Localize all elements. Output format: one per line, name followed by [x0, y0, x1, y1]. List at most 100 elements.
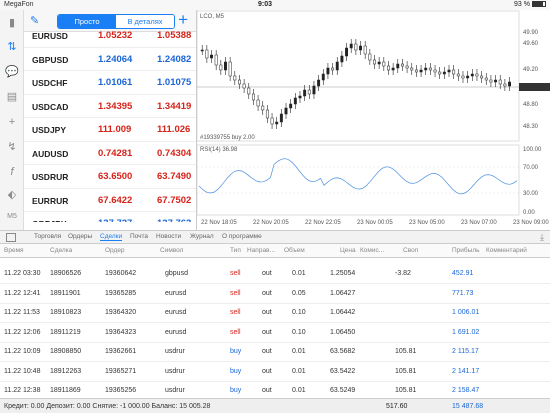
objects-icon[interactable]: ⬖ [5, 188, 19, 202]
candle-body [345, 47, 349, 57]
candle-body [424, 67, 428, 71]
tab-item[interactable]: Журнал [190, 233, 214, 240]
toolbox-tabs: ⤓ Торговля Ордеры Сделки Почта Новости Журнал… [0, 230, 550, 244]
column-header[interactable]: Прибыль [452, 247, 480, 254]
column-header[interactable]: Своп [403, 247, 418, 254]
deal-row[interactable]: 11.22 12:41 18911901 19365285 eurusd sell out… [0, 284, 550, 304]
quote-ask: 67.7502 [157, 194, 192, 206]
grid-icon[interactable] [6, 233, 16, 242]
deal-row[interactable]: 11.22 03:30 18906526 19360642 gbpusd sell out… [0, 264, 550, 284]
column-header[interactable]: Символ [160, 247, 183, 254]
function-icon[interactable]: f [5, 165, 19, 179]
rsi-panel [196, 144, 520, 216]
column-header[interactable]: Комментарий [486, 247, 527, 254]
indicator-icon[interactable]: ↯ [5, 140, 19, 154]
deal-row[interactable]: 11.22 12:06 18911219 19364323 eurusd sell out… [0, 323, 550, 343]
tab-item[interactable]: О программе [222, 233, 262, 240]
chart-canvas[interactable]: LCO, M5 #19339755 buy 2.00 RSI(14) 36.98 49… [196, 10, 550, 230]
deal-cell-price: 63.5249 [330, 387, 356, 394]
timeframe-icon[interactable]: M5 [5, 210, 19, 224]
quote-row[interactable]: USDJPY 111.009 111.026 [24, 118, 196, 142]
quote-row[interactable]: AUDUSD 0.74281 0.74304 [24, 142, 196, 165]
rsi-label: RSI(14) 36.98 [200, 147, 238, 153]
order-label: #19339755 buy 2.00 [200, 135, 255, 141]
column-header[interactable]: Цена [340, 247, 356, 254]
deal-row[interactable]: 11.22 12:38 18911869 19365256 usdrur buy out 0… [0, 381, 550, 396]
deal-row[interactable]: 11.22 10:09 18908850 19362661 usdrur buy out 0… [0, 342, 550, 362]
candle-body [261, 105, 265, 111]
deal-cell-order: 19364320 [105, 309, 137, 316]
candles-icon[interactable]: ▮ [5, 16, 19, 30]
candle-body [368, 53, 372, 61]
quote-row[interactable]: EURUSD 1.05232 1.05388 [24, 24, 196, 48]
candle-body [270, 117, 274, 125]
quote-ask: 0.74304 [157, 147, 192, 159]
quote-ask: 1.05388 [157, 30, 192, 41]
quotes-list: EURUSD 1.05232 1.05388 GBPUSD 1.24064 1.24082… [24, 24, 196, 222]
column-header[interactable]: Сделка [50, 247, 72, 254]
column-header[interactable]: Время [4, 247, 24, 254]
swap-total: 517.60 [386, 403, 408, 410]
column-header[interactable]: Объем [284, 247, 305, 254]
document-icon[interactable]: ▤ [5, 90, 19, 104]
rsi-tick-label: 100.00 [523, 147, 542, 153]
tab-item[interactable]: Ордеры [68, 233, 92, 240]
deal-cell-profit: 2 141.17 [452, 367, 480, 375]
quote-bid: 63.6500 [98, 171, 133, 182]
deal-cell-time: 11.22 12:06 [4, 328, 41, 336]
candle-body [312, 85, 316, 95]
deal-cell-type: buy [230, 387, 242, 394]
candle-body [456, 73, 460, 77]
deal-row[interactable]: 11.22 10:48 18912263 19365271 usdrur buy out 0… [0, 362, 550, 382]
candle-body [438, 71, 442, 75]
candle-body [326, 67, 330, 75]
deal-cell-symbol: usdrur [165, 348, 185, 355]
quote-bid: 137.727 [98, 218, 132, 222]
candle-body [284, 107, 288, 115]
deal-cell-order: 19365271 [105, 367, 137, 375]
quote-row[interactable]: GBPUSD 1.24064 1.24082 [24, 48, 196, 71]
deal-cell-symbol: usdrur [165, 367, 185, 375]
quote-symbol: USDRUR [32, 172, 69, 182]
crosshair-icon[interactable]: + [5, 115, 19, 129]
deal-cell-swap: 105.81 [395, 348, 417, 355]
quote-bid: 1.01061 [98, 77, 133, 88]
chat-icon[interactable]: 💬 [5, 65, 19, 79]
candle-body [428, 67, 432, 71]
candle-body [279, 113, 283, 123]
price-chart[interactable]: LCO, M5 #19339755 buy 2.00 RSI(14) 36.98 49… [196, 10, 550, 230]
column-header[interactable]: Ордер [105, 247, 125, 254]
quote-row[interactable]: GBPJPY 137.727 137.763 [24, 212, 196, 222]
trade-arrows-icon[interactable]: ⇅ [5, 40, 19, 54]
quote-row[interactable]: USDRUR 63.6500 63.7490 [24, 165, 196, 189]
candle-body [503, 83, 507, 87]
deal-cell-type: sell [230, 328, 241, 336]
candle-body [210, 54, 213, 59]
deal-cell-time: 11.22 12:41 [4, 289, 41, 297]
column-header[interactable]: Комис... [360, 247, 384, 254]
candle-body [363, 45, 367, 55]
deal-cell-dir: out [262, 289, 272, 297]
deal-cell-order: 19362661 [105, 348, 137, 355]
tab-item[interactable]: Торговля [34, 233, 61, 240]
clock: 9:03 [258, 1, 273, 8]
quote-symbol: EURUSD [32, 31, 68, 41]
quote-row[interactable]: USDCAD 1.34395 1.34419 [24, 95, 196, 118]
deal-cell-order: 19365256 [105, 387, 137, 394]
tab-item[interactable]: Почта [130, 233, 148, 240]
quote-row[interactable]: EURRUR 67.6422 67.7502 [24, 189, 196, 212]
quote-bid: 67.6422 [98, 194, 133, 206]
candle-body [349, 43, 353, 49]
tab-item[interactable]: Сделки [100, 233, 123, 241]
column-header[interactable]: Тип [230, 247, 241, 254]
candle-body [484, 77, 488, 81]
tab-item[interactable]: Новости [156, 233, 181, 240]
deal-row[interactable]: 11.22 11:53 18910823 19364320 eurusd sell out… [0, 303, 550, 323]
download-icon[interactable]: ⤓ [540, 232, 544, 243]
candle-body [298, 95, 302, 99]
column-header[interactable]: Направ... [247, 247, 275, 254]
deal-cell-swap: 105.81 [395, 367, 417, 375]
deals-table: 11.22 03:30 18906526 19360642 gbpusd sell out… [0, 256, 550, 396]
quote-symbol: GBPUSD [32, 54, 69, 65]
quote-row[interactable]: USDCHF 1.01061 1.01075 [24, 71, 196, 95]
